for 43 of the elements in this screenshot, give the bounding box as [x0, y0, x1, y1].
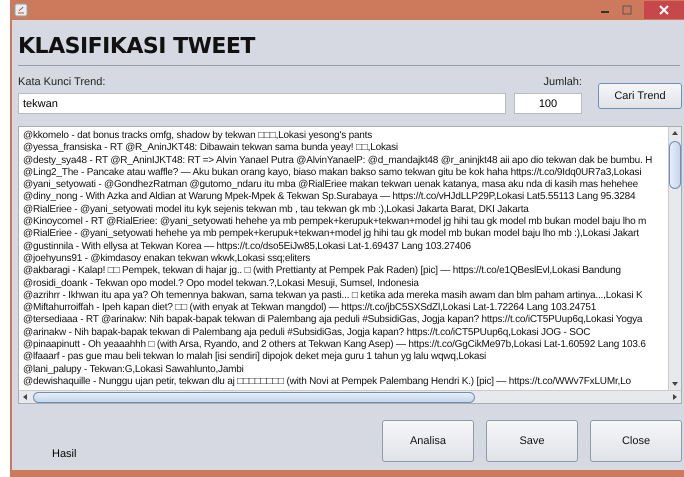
tweet-line: @kkomelo - dat bonus tracks omfg, shadow by tekwan □□□,Lokasi yesong's pants: [23, 130, 374, 142]
tweet-line: @RialEriee - @yani_setyowati hehehe ya mb pempek+kerupuk+tekwan+model jg hihi tau gk model mb bukan model baju lho mb :),Lokasi Jakart: [23, 228, 640, 241]
vertical-scrollbar[interactable]: [668, 127, 681, 390]
keyword-label: Kata Kunci Trend:: [18, 76, 106, 88]
tweet-line: @Kinoycomel - RT @RialEriee: @yani_setyowati hehehe ya mb pempek+kerupuk+tekwan+model jg hihi tau gk model mb bukan model baju lho m: [23, 216, 648, 228]
keyword-field[interactable]: tekwan: [18, 93, 506, 114]
maximize-icon[interactable]: [622, 5, 632, 15]
tweet-line: @rosidi_doank - Tekwan opo model.? Opo model tekwan.?,Lokasi Mesuji, Sumsel, Indonesia: [23, 278, 420, 290]
tweet-line: @RialEriee - @yani_setyowati model itu kyk sejenis tekwan mb , tau tekwan gk mb :),Lokasi Jakarta Barat, DKI Jakarta: [23, 204, 530, 216]
tweet-line: @pinaapinutt - Oh yeaaahhh □ (with Arsa, Ryando, and 2 others at Tekwan Kang Asep) — https://t.co/GgCikMe97b,Lokasi Lat-1.60592 Lang 103.6: [23, 339, 647, 352]
action-button[interactable]: Analisa: [382, 420, 474, 462]
scroll-up-icon[interactable]: [671, 129, 679, 137]
scroll-thumb[interactable]: [33, 392, 475, 402]
count-field[interactable]: 100: [514, 93, 582, 114]
tweet-line: @dewishaquille - Nunggu ujan petir, tekwan dlu aj □□□□□□□□ (with Novi at Pempek Palembang Hendri K.) [pic] — https://t.co/WWv7FxLUMr,Lo: [23, 376, 632, 388]
action-button[interactable]: Save: [486, 420, 578, 462]
tweet-line: @lani_palupy - Tekwan:G,Lokasi Sawahlunto,Jambi: [23, 364, 245, 376]
app-icon: [14, 3, 28, 17]
count-label: Jumlah:: [542, 76, 582, 88]
horizontal-scrollbar[interactable]: [19, 390, 681, 403]
scroll-left-icon[interactable]: [21, 393, 29, 401]
tweet-line: @tersediaaa - RT @arinakw: Nih bapak-bapak tekwan di Palembang aja peduli #SubsidiGas, Jogja kapan? https://t.co/iCT5PUup6q,Lokasi Yogya: [23, 314, 644, 327]
result-label: Hasil: [52, 448, 76, 460]
scroll-down-icon[interactable]: [671, 380, 679, 388]
tweet-line: @yani_setyowati - @GondhezRatman @gutomo_ndaru itu mba @RialEriee makan tekwan uenak katanya, masa aku nda di kasih mas hehehee: [23, 179, 639, 192]
scroll-thumb[interactable]: [669, 141, 681, 189]
tweet-line: @lfaaarf - pas gue mau beli tekwan lo malah [isi sendiri] dipojok deket meja guru 1 tahun yg lalu wqwq,Lokasi: [23, 351, 488, 364]
tweet-line: @yessa_fransiska - RT @R_AninJKT48: Dibawain tekwan sama bunda yeay! □□,Lokasi: [23, 142, 399, 155]
tweet-line: @diny_nong - With Azka and Aldian at Warung Mpek-Mpek & Tekwan Sp.Surabaya — https://t.co/vHJdLLP29P,Lokasi Lat5.55113 Lang 95.3284: [23, 191, 636, 204]
close-window-button[interactable]: [644, 1, 684, 19]
action-button[interactable]: Close: [590, 420, 682, 462]
tweet-line: @Ling2_The - Pancake atau waffle? — Aku bukan orang kayo, biaso makan bakso samo tekwan gitu be kok haha https://t.co/9Idq0UR7a3,Lokasi: [23, 166, 642, 180]
scroll-right-icon[interactable]: [671, 393, 679, 401]
search-trend-button[interactable]: Cari Trend: [598, 83, 682, 109]
page-heading: KLASIFIKASI TWEET: [18, 34, 256, 59]
tweet-line: @Miftahurroiffah - Ipeh kapan diet? □□ (with enyak at Tekwan mangdol) — https://t.co/jbC5SXSdZl,Lokasi Lat-1.72264 Lang 103.24751: [23, 302, 598, 314]
tweet-line: @desty_sya48 - RT @R_AninIJKT48: RT => Alvin Yanael Putra @AlvinYanaelP: @d_mandajkt48 @r_aninjkt48 aii apo dio tekwan dak be bumbu. H: [23, 154, 654, 167]
tweet-line: @gustinnila - With ellysa at Tekwan Korea — https://t.co/dso5EiJw85,Lokasi Lat-1.69437 Lang 103.27406: [23, 240, 472, 253]
close-icon: [659, 5, 669, 15]
tweet-line: @arinakw - Nih bapak-bapak tekwan di Palembang aja peduli #SubsidiGas, Jogja kapan? https://t.co/iCT5PUup6q,Lokasi JOG - SOC: [23, 326, 592, 340]
tweet-line: @akbaragi - Kalap! □□ Pempek, tekwan di hajar jg.. □ (with Prettianty at Pempek Pak Raden) [pic] — https://t.co/e1QBeslEvl,Lokasi Bandung: [23, 265, 622, 278]
tweet-line: @joehyuns91 - @kimdasoy enakan tekwan wkwk,Lokasi ssq;eliters: [23, 252, 312, 266]
tweet-line: @azrihrr - Ikhwan itu apa ya? Oh temennya bakwan, sama tekwan ya pasti... □ ketika ada mereka masih awam dan blm paham artinya...,Lokasi K: [23, 290, 644, 302]
